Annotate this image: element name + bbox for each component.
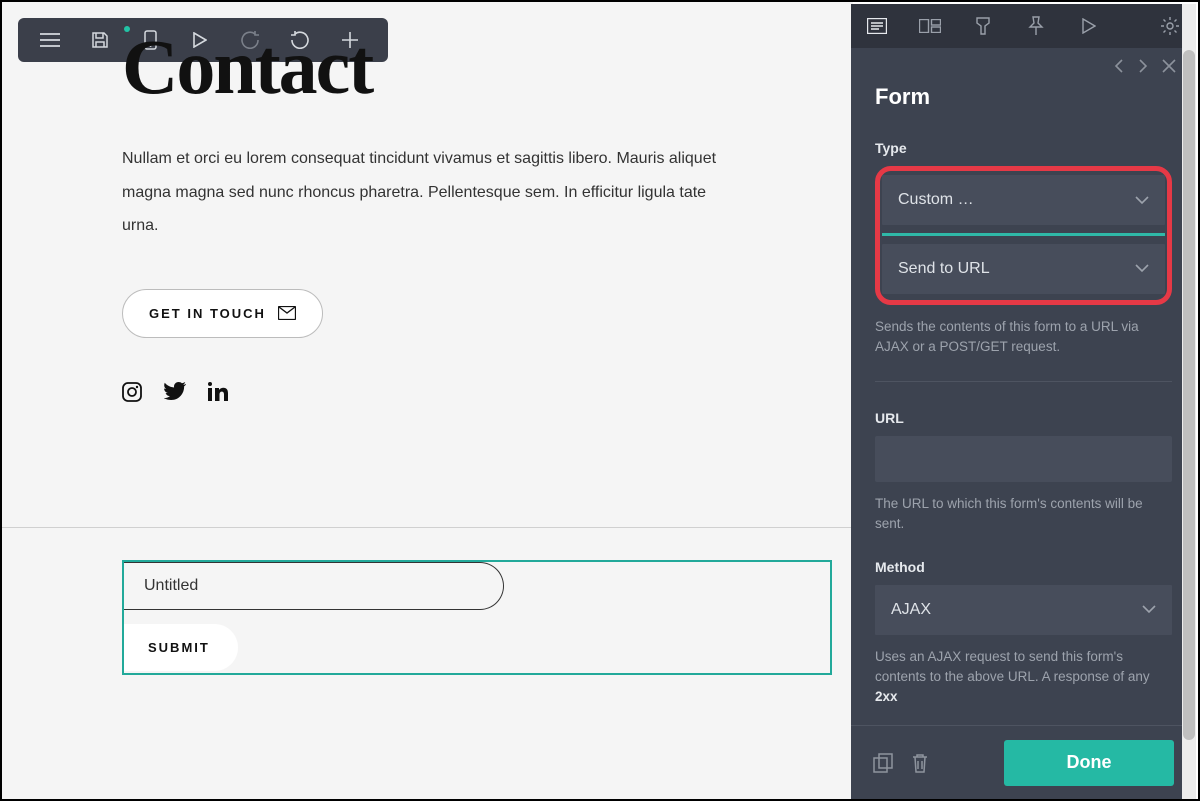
- inspector-tabs: [851, 4, 1196, 48]
- scrollbar[interactable]: [1182, 4, 1196, 799]
- form-field-untitled[interactable]: Untitled: [124, 562, 504, 610]
- url-label: URL: [875, 410, 1172, 426]
- panel-close-icon[interactable]: [1162, 59, 1176, 73]
- panel-body: Form Type Custom … Send to URL Sends the…: [851, 84, 1196, 725]
- panel-nav: [851, 48, 1196, 84]
- method-label: Method: [875, 559, 1172, 575]
- panel-footer: Done: [851, 725, 1196, 799]
- canvas: Contact Nullam et orci eu lorem consequa…: [2, 2, 853, 799]
- method-select[interactable]: AJAX: [875, 585, 1172, 635]
- page-heading: Contact: [122, 22, 732, 112]
- tab-content-icon[interactable]: [865, 4, 890, 48]
- cta-label: GET IN TOUCH: [149, 306, 266, 321]
- tab-actions-icon[interactable]: [1076, 4, 1101, 48]
- section-divider: [2, 527, 853, 528]
- tutorial-highlight: Custom … Send to URL: [875, 166, 1172, 305]
- type-help-text: Sends the contents of this form to a URL…: [875, 317, 1172, 358]
- url-input[interactable]: [875, 436, 1172, 482]
- page-content: Contact Nullam et orci eu lorem consequa…: [122, 22, 732, 402]
- page-paragraph: Nullam et orci eu lorem consequat tincid…: [122, 142, 732, 243]
- save-button[interactable]: [78, 18, 122, 62]
- twitter-icon[interactable]: [164, 382, 186, 402]
- social-icons: [122, 382, 732, 402]
- chevron-down-icon: [1135, 196, 1149, 205]
- done-button[interactable]: Done: [1004, 740, 1174, 786]
- linkedin-icon[interactable]: [208, 382, 228, 402]
- menu-button[interactable]: [28, 18, 72, 62]
- select-separator: [882, 233, 1165, 236]
- type-select-value: Custom …: [898, 191, 974, 209]
- method-help-text: Uses an AJAX request to send this form's…: [875, 647, 1172, 708]
- panel-title: Form: [875, 84, 1172, 110]
- scrollbar-thumb[interactable]: [1183, 50, 1195, 740]
- chevron-down-icon: [1142, 605, 1156, 614]
- tab-pin-icon[interactable]: [1023, 4, 1048, 48]
- panel-forward-icon[interactable]: [1138, 59, 1148, 73]
- instagram-icon[interactable]: [122, 382, 142, 402]
- duplicate-icon[interactable]: [873, 753, 893, 773]
- type-select-custom[interactable]: Custom …: [882, 175, 1165, 225]
- trash-icon[interactable]: [911, 753, 929, 773]
- get-in-touch-button[interactable]: GET IN TOUCH: [122, 289, 323, 338]
- form-submit-button[interactable]: SUBMIT: [124, 624, 238, 671]
- form-element-selected[interactable]: Untitled SUBMIT: [122, 560, 832, 675]
- tab-style-icon[interactable]: [971, 4, 996, 48]
- type-label: Type: [875, 140, 1172, 156]
- tab-settings-icon[interactable]: [1157, 4, 1182, 48]
- type-select-value: Send to URL: [898, 260, 990, 278]
- inspector-panel: Form Type Custom … Send to URL Sends the…: [851, 4, 1196, 799]
- envelope-icon: [278, 306, 296, 320]
- panel-back-icon[interactable]: [1114, 59, 1124, 73]
- chevron-down-icon: [1135, 264, 1149, 273]
- type-select-sendtourl[interactable]: Send to URL: [882, 244, 1165, 294]
- url-help-text: The URL to which this form's contents wi…: [875, 494, 1172, 535]
- method-select-value: AJAX: [891, 601, 931, 619]
- field-divider: [875, 381, 1172, 382]
- tab-layout-icon[interactable]: [918, 4, 943, 48]
